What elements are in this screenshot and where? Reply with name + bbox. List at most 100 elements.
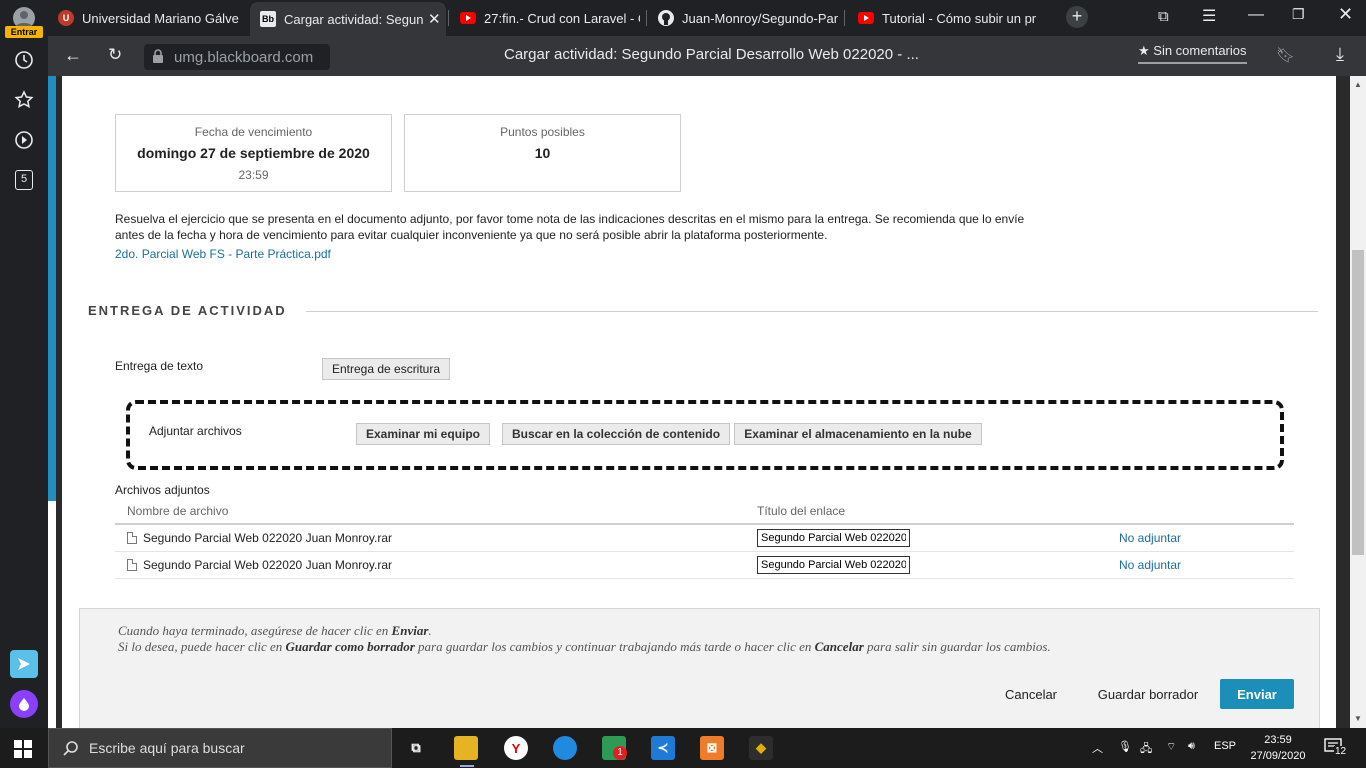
download-icon[interactable]: ⤓ — [1336, 44, 1344, 65]
menu-icon[interactable]: ☰ — [1202, 6, 1216, 26]
tray-chevron-icon[interactable]: ︿ — [1092, 740, 1103, 756]
history-icon[interactable] — [12, 48, 36, 72]
remove-attachment-link[interactable]: No adjuntar — [1119, 558, 1181, 572]
close-tab-icon[interactable]: ✕ — [428, 10, 441, 28]
vscode-icon[interactable]: ≺ — [651, 736, 675, 760]
link-title-input[interactable] — [757, 529, 910, 547]
messenger-app-icon[interactable] — [10, 650, 38, 678]
notification-count: 12 — [1334, 746, 1348, 757]
points-box: Puntos posibles 10 — [404, 114, 681, 192]
browse-local-button[interactable]: Examinar mi equipo — [356, 423, 490, 445]
page-left-border — [56, 76, 62, 728]
address-bar[interactable]: umg.blackboard.com — [144, 44, 330, 70]
task-view-icon[interactable]: ⧉ — [404, 736, 428, 760]
submit-button[interactable]: Enviar — [1220, 679, 1294, 709]
submit-panel: Cuando haya terminado, asegúrese de hace… — [79, 608, 1320, 728]
whatsapp-notification-badge: 1 — [613, 746, 627, 760]
page-accent-bar — [48, 76, 56, 501]
files-table-header: Nombre de archivo Título del enlace — [115, 504, 1294, 525]
sign-in-badge[interactable]: Entrar — [5, 26, 43, 38]
comments-label: Sin comentarios — [1153, 43, 1247, 58]
due-date-value: domingo 27 de septiembre de 2020 — [137, 145, 370, 161]
due-time-value: 23:59 — [238, 168, 269, 182]
youtube-favicon-icon — [858, 10, 874, 26]
page-right-border — [1336, 76, 1350, 728]
col-link-title: Título del enlace — [757, 504, 846, 518]
blackboard-favicon-icon: Bb — [260, 11, 276, 27]
save-draft-button[interactable]: Guardar borrador — [1084, 679, 1212, 709]
tab-umg[interactable]: U Universidad Mariano Gálve — [58, 4, 248, 32]
clock-time: 23:59 — [1264, 734, 1292, 746]
file-explorer-icon[interactable] — [454, 736, 478, 760]
table-row: Segundo Parcial Web 022020 Juan Monroy.r… — [115, 525, 1294, 552]
blackboard-page: Fecha de vencimiento domingo 27 de septi… — [48, 76, 1350, 728]
scrollbar-thumb[interactable] — [1352, 250, 1364, 555]
back-arrow-icon[interactable]: ← — [64, 45, 82, 66]
file-icon — [127, 559, 137, 571]
wifi-icon[interactable]: ⌔ — [1166, 740, 1176, 754]
browse-collection-button[interactable]: Buscar en la colección de contenido — [502, 423, 730, 445]
windows-start-icon[interactable] — [14, 740, 32, 763]
windows-taskbar: Escribe aquí para buscar ⧉ Y 1 ≺ ⊠ ◆ ︿ 🎙… — [0, 728, 1366, 768]
edge-icon[interactable] — [553, 736, 577, 760]
git-tool-icon[interactable]: ◆ — [749, 736, 773, 760]
write-submission-button[interactable]: Entrega de escritura — [322, 358, 450, 380]
minimize-icon[interactable]: — — [1248, 6, 1264, 24]
section-divider — [306, 311, 1318, 312]
restore-icon[interactable]: ❐ — [1292, 6, 1305, 23]
assignment-instructions: Resuelva el ejercicio que se presenta en… — [115, 212, 1025, 242]
new-tab-icon[interactable]: + — [1066, 6, 1088, 28]
link-title-input[interactable] — [757, 556, 910, 574]
tab-title: Tutorial - Cómo subir un pr — [882, 10, 1037, 26]
bookmark-icon[interactable]: 🔖︎ — [1276, 46, 1295, 64]
file-name: Segundo Parcial Web 022020 Juan Monroy.r… — [127, 558, 392, 572]
tab-title: Juan-Monroy/Segundo-Par — [682, 10, 838, 26]
tab-title: 27:fin.- Crud con Laravel - C — [484, 10, 640, 26]
url-text: umg.blackboard.com — [174, 48, 314, 66]
browser-sidebar: Entrar 5 — [0, 0, 48, 728]
yandex-browser-icon[interactable]: Y — [504, 736, 528, 760]
file-name: Segundo Parcial Web 022020 Juan Monroy.r… — [127, 531, 392, 545]
remove-attachment-link[interactable]: No adjuntar — [1119, 531, 1181, 545]
tab-youtube-tutorial[interactable]: Tutorial - Cómo subir un pr — [858, 4, 1038, 32]
counter-icon[interactable]: 5 — [12, 168, 36, 192]
tab-title: Cargar actividad: Segund — [284, 11, 424, 27]
language-indicator[interactable]: ESP — [1214, 740, 1236, 752]
tab-manager-icon[interactable]: ⧉ — [1158, 8, 1169, 25]
youtube-favicon-icon — [460, 10, 476, 26]
col-filename: Nombre de archivo — [127, 504, 229, 518]
tab-youtube-laravel[interactable]: 27:fin.- Crud con Laravel - C — [460, 4, 640, 32]
notifications-icon[interactable]: 12 — [1324, 738, 1348, 758]
due-date-label: Fecha de vencimiento — [194, 125, 313, 139]
table-row: Segundo Parcial Web 022020 Juan Monroy.r… — [115, 552, 1294, 579]
reload-icon[interactable]: ↻ — [108, 45, 122, 65]
comments-toggle[interactable]: ★ Sin comentarios — [1138, 43, 1247, 64]
network-icon[interactable]: 🖧︎ — [1140, 740, 1152, 759]
scroll-down-icon[interactable]: ▼ — [1354, 714, 1362, 723]
close-window-icon[interactable]: ✕ — [1338, 4, 1353, 25]
attached-files-label: Archivos adjuntos — [115, 483, 210, 497]
scroll-up-icon[interactable]: ▲ — [1354, 80, 1362, 89]
tab-github[interactable]: Juan-Monroy/Segundo-Par — [658, 4, 838, 32]
submit-instructions: Cuando haya terminado, asegúrese de hace… — [118, 623, 1051, 654]
file-name-text: Segundo Parcial Web 022020 Juan Monroy.r… — [143, 558, 393, 572]
cancel-button[interactable]: Cancelar — [988, 679, 1074, 709]
xampp-icon[interactable]: ⊠ — [700, 736, 724, 760]
alice-assistant-icon[interactable] — [10, 690, 38, 718]
section-title: ENTREGA DE ACTIVIDAD — [88, 303, 287, 318]
tab-blackboard[interactable]: Bb Cargar actividad: Segund ✕ — [250, 2, 446, 36]
system-clock[interactable]: 23:59 27/09/2020 — [1248, 732, 1308, 764]
attach-files-label: Adjuntar archivos — [149, 424, 242, 438]
taskbar-search-input[interactable]: Escribe aquí para buscar — [48, 728, 392, 768]
tab-strip: U Universidad Mariano Gálve Bb Cargar ac… — [48, 0, 1366, 36]
microphone-icon[interactable]: 🎙︎ — [1118, 740, 1132, 753]
points-label: Puntos posibles — [500, 125, 585, 139]
text-submission-label: Entrega de texto — [115, 359, 204, 373]
search-icon — [63, 740, 79, 759]
bookmarks-star-icon[interactable] — [12, 88, 36, 112]
attachment-link[interactable]: 2do. Parcial Web FS - Parte Práctica.pdf — [115, 247, 331, 261]
volume-icon[interactable]: 🔊︎ — [1188, 740, 1195, 753]
due-date-box: Fecha de vencimiento domingo 27 de septi… — [115, 114, 392, 192]
browse-cloud-button[interactable]: Examinar el almacenamiento en la nube — [734, 423, 982, 445]
media-play-icon[interactable] — [12, 128, 36, 152]
